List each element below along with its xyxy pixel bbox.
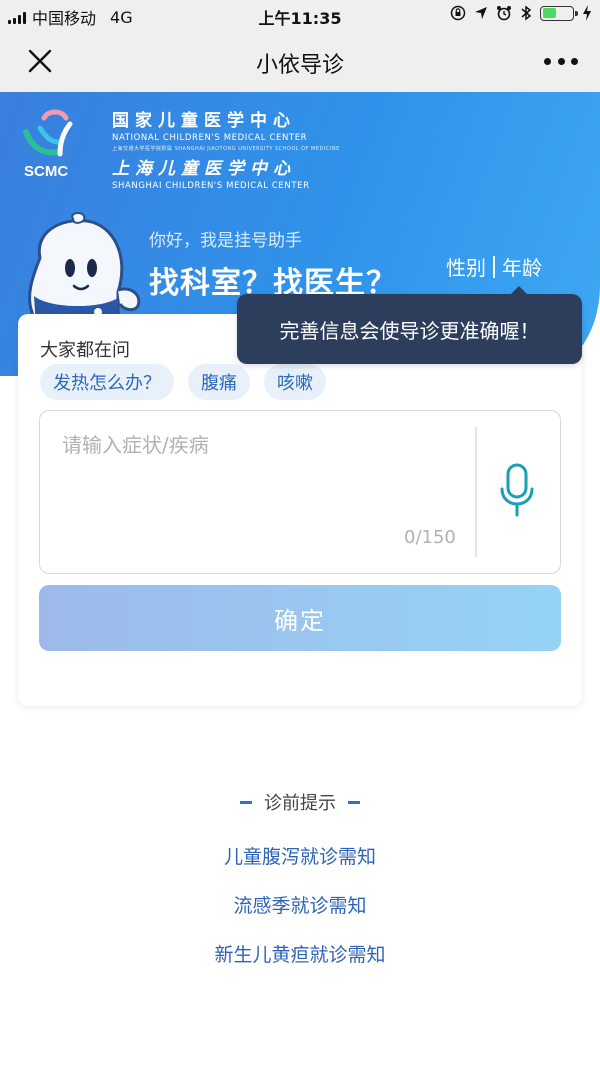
question-chip[interactable]: 腹痛	[188, 364, 250, 400]
question-chip[interactable]: 咳嗽	[264, 364, 326, 400]
gender-link[interactable]: 性别	[446, 252, 486, 281]
input-divider	[475, 427, 477, 557]
tips-section-title: 诊前提示	[0, 789, 600, 815]
logo-cn-1: 国家儿童医学中心	[112, 111, 296, 131]
popular-questions-label: 大家都在问	[40, 340, 130, 361]
title-dash-left	[240, 800, 252, 804]
bluetooth-icon	[521, 5, 532, 21]
greeting-text: 你好，我是挂号助手	[149, 231, 302, 251]
alarm-icon	[497, 6, 511, 21]
popular-question-chips: 发热怎么办？ 腹痛 咳嗽	[40, 364, 326, 400]
question-chip[interactable]: 发热怎么办？	[40, 364, 174, 400]
logo-cn-2: 上海儿童医学中心	[112, 159, 296, 179]
status-right	[450, 5, 592, 21]
logo-text: 国家儿童医学中心 NATIONAL CHILDREN'S MEDICAL CEN…	[112, 106, 340, 191]
more-icon[interactable]	[544, 50, 578, 72]
orientation-lock-icon	[450, 5, 466, 21]
char-counter: 0/150	[404, 527, 456, 548]
tips-title-text: 诊前提示	[264, 793, 336, 814]
tip-link-jaundice[interactable]: 新生儿黄疸就诊需知	[0, 940, 600, 967]
location-icon	[475, 7, 487, 19]
tip-link-flu[interactable]: 流感季就诊需知	[0, 891, 600, 918]
charging-icon	[583, 5, 591, 21]
confirm-button[interactable]: 确定	[39, 585, 561, 651]
scmc-logo: SCMC	[23, 109, 73, 180]
profile-links: 性别 年龄	[446, 252, 542, 281]
title-dash-right	[348, 800, 360, 804]
link-divider	[493, 255, 495, 278]
logo-sub: 上海交通大学医学院附属 SHANGHAI JIAOTONG UNIVERSITY…	[112, 146, 340, 152]
page: 中国移动 4G 上午11:35 小依导诊 SCMC 国家儿童医学中心 NATIO…	[0, 0, 600, 1067]
logo-en-2: SHANGHAI CHILDREN'S MEDICAL CENTER	[112, 181, 310, 191]
nav-bar: 小依导诊	[0, 30, 600, 92]
symptom-input[interactable]	[62, 429, 462, 529]
microphone-icon[interactable]	[498, 463, 536, 519]
inquiry-card: 大家都在问 发热怎么办？ 腹痛 咳嗽 0/150 确定	[18, 314, 582, 706]
logo-abbr: SCMC	[24, 163, 68, 180]
battery-icon	[540, 5, 578, 21]
logo-en-1: NATIONAL CHILDREN'S MEDICAL CENTER	[112, 133, 308, 143]
info-tooltip: 完善信息会使导诊更准确喔！	[237, 286, 582, 364]
symptom-input-box: 0/150	[39, 410, 561, 574]
nav-title: 小依导诊	[255, 53, 344, 78]
status-bar: 中国移动 4G 上午11:35	[0, 0, 600, 30]
tip-link-diarrhea[interactable]: 儿童腹泻就诊需知	[0, 842, 600, 869]
age-link[interactable]: 年龄	[502, 252, 542, 281]
